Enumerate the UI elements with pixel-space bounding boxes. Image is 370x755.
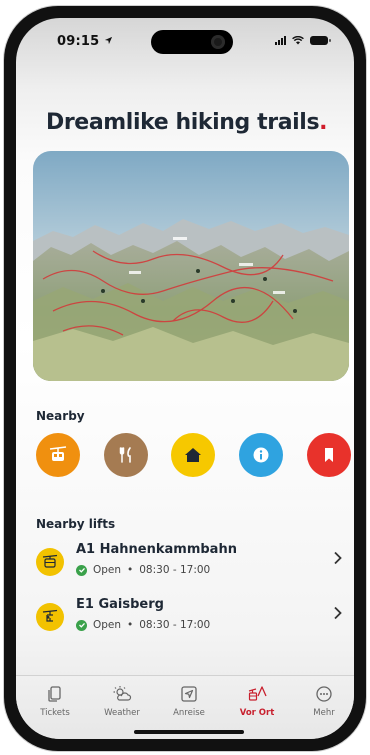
tab-label: Mehr — [313, 708, 335, 718]
dynamic-island — [151, 30, 233, 54]
tab-anreise[interactable]: Anreise — [159, 684, 219, 718]
lift-status: Open • 08:30 - 17:00 — [76, 619, 210, 631]
chevron-right-icon — [334, 606, 342, 620]
restaurant-icon — [119, 447, 131, 463]
status-time: 09:15 — [57, 34, 113, 49]
lift-status-text: Open — [93, 564, 122, 576]
nearby-heading: Nearby — [36, 409, 85, 423]
house-icon — [185, 448, 201, 462]
nearby-accommodation-button[interactable] — [171, 433, 215, 477]
more-icon — [316, 686, 332, 702]
lift-name: A1 Hahnenkammbahn — [76, 542, 237, 557]
nearby-restaurants-button[interactable] — [104, 433, 148, 477]
gondola-icon — [42, 554, 58, 568]
status-bar: 09:15 — [16, 18, 354, 58]
wifi-icon — [292, 36, 304, 45]
location-arrow-icon — [105, 36, 113, 45]
trail-map-image[interactable] — [33, 151, 349, 381]
tab-label: Anreise — [173, 708, 205, 718]
separator: • — [127, 619, 134, 631]
chairlift-icon — [42, 609, 58, 622]
tab-vor-ort[interactable]: Vor Ort — [227, 684, 287, 718]
nearby-info-button[interactable] — [239, 433, 283, 477]
open-check-icon — [76, 619, 87, 631]
signal-icon — [275, 36, 286, 45]
bookmark-icon — [325, 448, 333, 462]
chevron-right-icon — [334, 551, 342, 565]
lift-row[interactable]: A1 Hahnenkammbahn Open • 08:30 - 17:00 — [36, 538, 346, 584]
open-check-icon — [76, 564, 87, 576]
tab-label: Weather — [104, 708, 140, 718]
tab-label: Tickets — [40, 708, 70, 718]
nearby-categories — [36, 433, 352, 477]
lift-type-badge — [36, 603, 64, 631]
tab-weather[interactable]: Weather — [92, 684, 152, 718]
lift-row[interactable]: E1 Gaisberg Open • 08:30 - 17:00 — [36, 593, 346, 639]
on-site-icon — [248, 686, 267, 701]
separator: • — [127, 564, 134, 576]
page-title: Dreamlike hiking trails. — [46, 110, 328, 135]
nearby-lifts-heading: Nearby lifts — [36, 517, 116, 531]
app-screen: 09:15 Dreamlike hiking trails. Nearby Ne… — [16, 18, 354, 739]
lift-name: E1 Gaisberg — [76, 597, 164, 612]
nearby-lifts-button[interactable] — [36, 433, 80, 477]
system-icons — [275, 36, 331, 45]
home-indicator[interactable] — [134, 730, 244, 734]
info-icon — [253, 447, 269, 463]
tab-label: Vor Ort — [239, 708, 275, 718]
cable-car-icon — [49, 446, 67, 461]
lift-hours: 08:30 - 17:00 — [139, 619, 211, 631]
phone-frame: 09:15 Dreamlike hiking trails. Nearby Ne… — [4, 6, 366, 751]
lift-type-badge — [36, 548, 64, 576]
lift-status: Open • 08:30 - 17:00 — [76, 564, 210, 576]
lift-status-text: Open — [93, 619, 122, 631]
tickets-icon — [48, 686, 61, 702]
lift-hours: 08:30 - 17:00 — [139, 564, 211, 576]
nearby-saved-button[interactable] — [307, 433, 351, 477]
tab-mehr[interactable]: Mehr — [294, 684, 354, 718]
tab-tickets[interactable]: Tickets — [25, 684, 85, 718]
navigation-icon — [181, 686, 197, 702]
weather-icon — [113, 686, 132, 701]
battery-icon — [310, 36, 331, 45]
mountain-panorama-icon — [33, 151, 349, 381]
